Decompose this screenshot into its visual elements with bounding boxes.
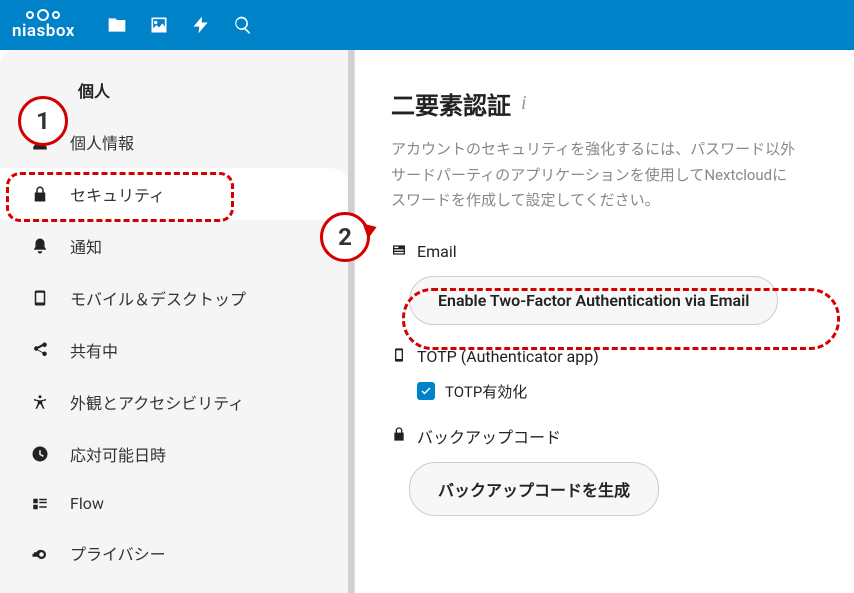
top-bar: niasbox — [0, 0, 854, 50]
totp-checkbox-label: TOTP有効化 — [445, 381, 527, 402]
sidebar-item-label: 応対可能日時 — [70, 442, 166, 466]
photos-icon[interactable] — [149, 15, 169, 35]
backup-title: バックアップコード — [417, 424, 561, 448]
backup-code-section: バックアップコード バックアップコードを生成 — [391, 424, 854, 516]
lock-icon — [30, 185, 50, 203]
sidebar-item-label: Flow — [70, 494, 104, 513]
clock-icon — [30, 445, 50, 463]
info-icon[interactable]: i — [521, 92, 527, 115]
files-icon[interactable] — [107, 15, 127, 35]
sidebar-item-appearance[interactable]: 外観とアクセシビリティ — [0, 376, 354, 428]
twofactor-totp-section: TOTP (Authenticator app) TOTP有効化 — [391, 347, 854, 402]
sidebar-item-availability[interactable]: 応対可能日時 — [0, 428, 354, 480]
email-title: Email — [417, 242, 457, 261]
search-icon[interactable] — [233, 15, 253, 35]
phone-icon — [30, 289, 50, 307]
totp-title: TOTP (Authenticator app) — [417, 347, 599, 366]
sidebar-item-security[interactable]: セキュリティ — [0, 168, 354, 220]
sidebar-item-label: モバイル＆デスクトップ — [70, 286, 246, 310]
accessibility-icon — [30, 393, 50, 411]
email-card-icon — [391, 242, 407, 262]
sidebar-item-sharing[interactable]: 共有中 — [0, 324, 354, 376]
annotation-circle-2: 2 — [320, 212, 370, 262]
brand-cloud-icon — [26, 11, 60, 21]
twofactor-email-section: Email Enable Two-Factor Authentication v… — [391, 242, 854, 325]
checkbox-checked-icon — [417, 382, 435, 400]
sidebar-item-label: プライバシー — [70, 541, 166, 565]
page-title: 二要素認証 — [391, 86, 511, 121]
sidebar-item-label: 共有中 — [70, 338, 118, 362]
sidebar-item-notifications[interactable]: 通知 — [0, 220, 354, 272]
lock-icon — [391, 426, 407, 446]
main-content: 二要素認証 i アカウントのセキュリティを強化するには、パスワード以外 サードパ… — [355, 50, 854, 593]
sidebar-item-mobile-desktop[interactable]: モバイル＆デスクトップ — [0, 272, 354, 324]
totp-enable-checkbox[interactable]: TOTP有効化 — [417, 381, 854, 402]
bell-icon — [30, 237, 50, 255]
sidebar-item-label: セキュリティ — [70, 182, 165, 206]
sidebar-item-flow[interactable]: Flow — [0, 480, 354, 527]
sidebar-item-label: 外観とアクセシビリティ — [70, 390, 244, 414]
generate-backup-code-button[interactable]: バックアップコードを生成 — [409, 462, 659, 516]
brand-logo[interactable]: niasbox — [12, 11, 75, 40]
brand-name: niasbox — [12, 23, 75, 40]
sidebar-item-privacy[interactable]: プライバシー — [0, 527, 354, 579]
annotation-circle-1: 1 — [18, 96, 68, 146]
flow-icon — [30, 495, 50, 513]
share-icon — [30, 341, 50, 359]
sidebar-item-label: 通知 — [70, 234, 102, 258]
key-icon — [30, 544, 50, 562]
sidebar-item-label: 個人情報 — [70, 130, 134, 154]
enable-email-2fa-button[interactable]: Enable Two-Factor Authentication via Ema… — [409, 276, 778, 325]
activity-icon[interactable] — [191, 15, 211, 35]
device-icon — [391, 347, 407, 367]
page-description: アカウントのセキュリティを強化するには、パスワード以外 サードパーティのアプリケ… — [391, 137, 854, 214]
